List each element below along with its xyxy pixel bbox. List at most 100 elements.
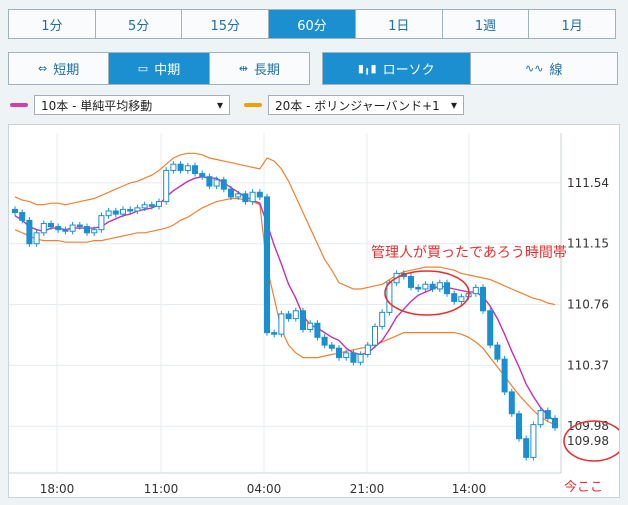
sma-dropdown-arrow-icon: ▾ bbox=[216, 98, 223, 112]
candle-body bbox=[227, 188, 235, 198]
candle-body bbox=[62, 229, 69, 232]
candle-body bbox=[285, 313, 292, 320]
tab-60min[interactable]: 60分 bbox=[269, 10, 356, 38]
line-chart-button[interactable]: ∿∿ 線 bbox=[470, 53, 617, 84]
mid-term-label: 中期 bbox=[154, 63, 181, 78]
sma-line bbox=[14, 175, 556, 423]
candle-body bbox=[141, 204, 148, 209]
candle-body bbox=[551, 417, 559, 429]
candle-body bbox=[55, 226, 62, 231]
candle-body bbox=[379, 311, 386, 327]
sma-select-label: 10本 - 単純平均移動 bbox=[41, 98, 153, 113]
y-tick-label: 110.37 bbox=[567, 358, 609, 372]
candle-body bbox=[479, 286, 487, 312]
candlestick-label: ローソク bbox=[382, 63, 435, 78]
candle-body bbox=[350, 352, 357, 363]
price-chart[interactable]: 18:00 11:00 04:00 21:00 14:00 111.54 111.15 110… bbox=[8, 124, 625, 498]
tab-1month[interactable]: 1月 bbox=[529, 10, 616, 38]
candle-body bbox=[292, 310, 299, 320]
candle-body bbox=[429, 283, 436, 290]
candle-body bbox=[220, 179, 227, 190]
candle-body bbox=[213, 179, 220, 187]
long-term-label: 長期 bbox=[253, 63, 280, 78]
admin-note-ellipse bbox=[384, 270, 470, 316]
bollinger-indicator: 20本 - ボリンジャーバンド+1 ▾ bbox=[244, 95, 464, 115]
sma-indicator: 10本 - 単純平均移動 ▾ bbox=[10, 95, 230, 115]
sma-swatch bbox=[10, 103, 28, 107]
candle-body bbox=[47, 222, 55, 228]
candle-body bbox=[357, 353, 364, 363]
candle-body bbox=[436, 282, 443, 290]
candle-body bbox=[83, 226, 91, 234]
tab-15min[interactable]: 15分 bbox=[182, 10, 270, 38]
candle-body bbox=[91, 229, 98, 234]
candle-body bbox=[256, 191, 263, 198]
current-price-label: 109.98 bbox=[567, 434, 609, 448]
candle-body bbox=[544, 410, 551, 419]
candle-body bbox=[127, 208, 134, 212]
long-term-button[interactable]: ⇹ 長期 bbox=[209, 53, 309, 84]
candle-body bbox=[328, 344, 335, 349]
chart-type-bar: ▮╻▮ ローソク ∿∿ 線 bbox=[322, 52, 618, 85]
candle-body bbox=[321, 336, 328, 346]
x-tick-label: 14:00 bbox=[452, 482, 487, 496]
candle-body bbox=[422, 283, 429, 290]
candle-body bbox=[98, 215, 105, 231]
candle-body bbox=[371, 325, 379, 346]
y-tick-label: 111.54 bbox=[567, 176, 609, 190]
upper-band-line bbox=[14, 152, 556, 306]
candle-body bbox=[119, 208, 127, 215]
short-term-button[interactable]: ⇔ 短期 bbox=[9, 53, 110, 84]
candle-body bbox=[263, 196, 271, 334]
candle-body bbox=[134, 207, 141, 212]
candle-body bbox=[487, 310, 494, 346]
x-tick-label: 11:00 bbox=[144, 482, 179, 496]
candle-body bbox=[235, 193, 242, 198]
x-tick-label: 04:00 bbox=[247, 482, 282, 496]
tab-1day[interactable]: 1日 bbox=[355, 10, 443, 38]
short-term-icon: ⇔ bbox=[38, 62, 48, 75]
timeframe-bar: 1分 5分 15分 60分 1日 1週 1月 bbox=[8, 9, 616, 39]
candle-body bbox=[458, 296, 465, 302]
candlestick-button[interactable]: ▮╻▮ ローソク bbox=[323, 53, 471, 84]
tab-5min[interactable]: 5分 bbox=[95, 10, 183, 38]
tab-1week[interactable]: 1週 bbox=[442, 10, 530, 38]
term-bar: ⇔ 短期 ▭ 中期 ⇹ 長期 bbox=[8, 52, 310, 85]
x-tick-label: 18:00 bbox=[40, 482, 75, 496]
bollinger-dropdown-arrow-icon: ▾ bbox=[450, 98, 457, 112]
candle-body bbox=[515, 413, 523, 440]
candle-body bbox=[415, 286, 422, 290]
candle-body bbox=[76, 224, 83, 228]
candle-body bbox=[148, 204, 155, 207]
candle-body bbox=[184, 165, 191, 171]
mid-term-button[interactable]: ▭ 中期 bbox=[109, 53, 210, 84]
candle-body bbox=[537, 410, 544, 426]
candle-body bbox=[105, 210, 112, 217]
candle-body bbox=[472, 286, 479, 295]
mid-term-icon: ▭ bbox=[137, 62, 149, 75]
candle-body bbox=[19, 212, 26, 221]
y-tick-label: 111.15 bbox=[567, 237, 609, 251]
candle-body bbox=[271, 332, 278, 335]
tab-1min[interactable]: 1分 bbox=[9, 10, 96, 38]
admin-note-text: 管理人が買ったであろう時間帯 bbox=[371, 245, 567, 261]
y-tick-label: 110.76 bbox=[567, 298, 609, 312]
bollinger-select[interactable]: 20本 - ボリンジャーバンド+1 ▾ bbox=[268, 95, 464, 115]
candle-body bbox=[299, 310, 307, 331]
candle-body bbox=[335, 347, 343, 359]
candle-body bbox=[523, 438, 530, 458]
sma-select[interactable]: 10本 - 単純平均移動 ▾ bbox=[34, 95, 230, 115]
candle-body bbox=[501, 358, 508, 393]
candle-body bbox=[33, 232, 40, 245]
candle-body bbox=[307, 322, 314, 331]
candle-body bbox=[155, 201, 163, 207]
line-chart-label: 線 bbox=[549, 63, 563, 78]
candle-body bbox=[163, 169, 170, 203]
candle-body bbox=[494, 344, 501, 360]
candle-body bbox=[364, 344, 371, 355]
line-chart-icon: ∿∿ bbox=[525, 62, 544, 75]
x-tick-label: 21:00 bbox=[350, 482, 385, 496]
candle-body bbox=[451, 293, 458, 302]
candle-body bbox=[508, 391, 515, 415]
candle-body bbox=[314, 322, 321, 338]
